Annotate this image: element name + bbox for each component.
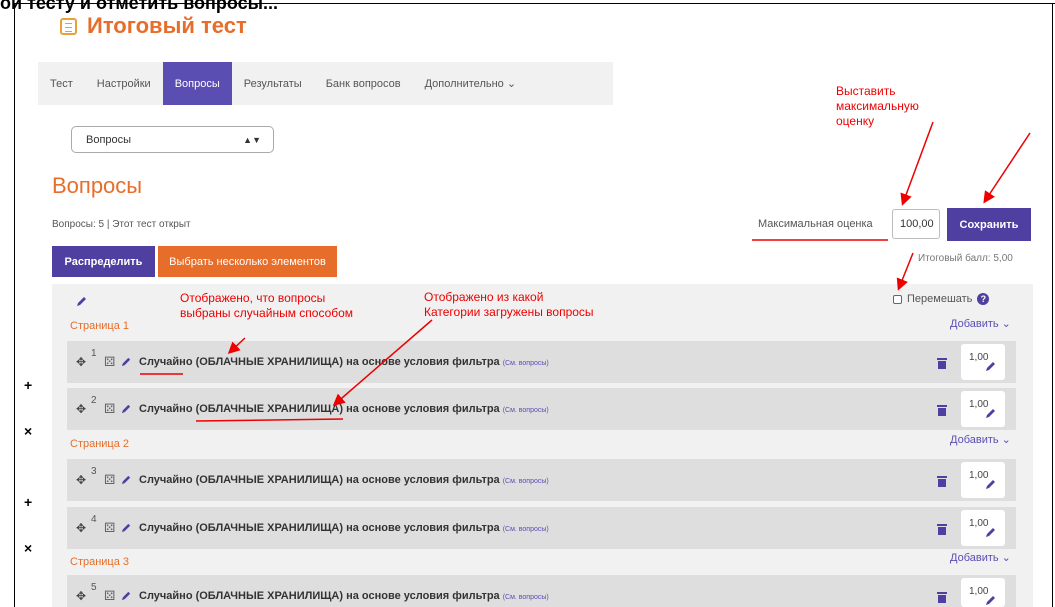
view-questions-link[interactable]: (См. вопросы) (503, 478, 549, 485)
question-mark-box[interactable]: 1,00 (961, 462, 1005, 498)
random-question-icon: ⚄ (104, 401, 116, 416)
window-frame-right (1052, 3, 1053, 607)
tab-questions[interactable]: Вопросы (162, 62, 232, 105)
trash-icon[interactable] (937, 523, 947, 535)
random-question-icon: ⚄ (104, 472, 116, 487)
question-mark-box[interactable]: 1,00 (961, 391, 1005, 427)
question-number: 3 (91, 466, 97, 477)
edit-question-icon[interactable] (121, 590, 132, 601)
add-link-page-1[interactable]: Добавить ⌄ (950, 317, 1011, 330)
page-label-3: Страница 3 (70, 556, 130, 568)
tab-bar: Тест Настройки Вопросы Результаты Банк в… (38, 62, 613, 105)
section-heading: Вопросы (52, 173, 143, 198)
tab-quiz[interactable]: Тест (38, 62, 85, 105)
save-button[interactable]: Сохранить (947, 208, 1031, 241)
move-icon[interactable]: ✥ (76, 355, 86, 369)
questions-container (52, 284, 1033, 607)
question-text: Случайно (ОБЛАЧНЫЕ ХРАНИЛИЩА) на основе … (139, 522, 549, 534)
view-questions-link[interactable]: (См. вопросы) (503, 407, 549, 414)
edit-mark-pencil-icon[interactable] (985, 594, 997, 606)
question-number: 2 (91, 395, 97, 406)
trash-icon[interactable] (937, 357, 947, 369)
move-icon[interactable]: ✥ (76, 402, 86, 416)
quiz-summary: Вопросы: 5 | Этот тест открыт (52, 219, 191, 230)
nav-select[interactable]: Вопросы ▲▼ (71, 126, 274, 153)
edit-mark-pencil-icon[interactable] (985, 407, 997, 419)
question-number: 4 (91, 514, 97, 525)
tab-question-bank[interactable]: Банк вопросов (314, 62, 413, 105)
trash-icon[interactable] (937, 404, 947, 416)
page-label-1: Страница 1 (70, 320, 130, 332)
question-row-4: ✥ 4 ⚄ Случайно (ОБЛАЧНЫЕ ХРАНИЛИЩА) на о… (67, 507, 1016, 549)
edit-heading-pencil-icon[interactable] (76, 295, 88, 307)
page-label-2: Страница 2 (70, 438, 130, 450)
question-number: 5 (91, 582, 97, 593)
question-row-3: ✥ 3 ⚄ Случайно (ОБЛАЧНЫЕ ХРАНИЛИЩА) на о… (67, 459, 1016, 501)
question-number: 1 (91, 348, 97, 359)
question-text: Случайно (ОБЛАЧНЫЕ ХРАНИЛИЩА) на основе … (139, 356, 549, 368)
random-question-icon: ⚄ (104, 520, 116, 535)
shuffle-control[interactable]: Перемешать ? (893, 293, 990, 305)
quiz-icon (60, 17, 77, 35)
total-grade: Итоговый балл: 5,00 (918, 253, 1013, 264)
nav-select-value: Вопросы (86, 133, 132, 146)
move-icon[interactable]: ✥ (76, 589, 86, 603)
edit-question-icon[interactable] (121, 356, 132, 367)
add-link-page-3[interactable]: Добавить ⌄ (950, 551, 1011, 564)
question-row-1: ✥ 1 ⚄ Случайно (ОБЛАЧНЫЕ ХРАНИЛИЩА) на о… (67, 341, 1016, 383)
question-mark-box[interactable]: 1,00 (961, 344, 1005, 380)
select-multiple-button[interactable]: Выбрать несколько элементов (158, 246, 337, 277)
max-grade-input[interactable]: 100,00 (892, 209, 940, 239)
max-grade-label: Максимальная оценка (758, 218, 873, 230)
edit-question-icon[interactable] (121, 522, 132, 533)
select-arrows-icon: ▲▼ (243, 134, 261, 145)
remove-page-break-icon[interactable]: × (24, 423, 32, 439)
page-header: Итоговый тест (60, 13, 247, 39)
random-question-icon: ⚄ (104, 588, 116, 603)
edit-mark-pencil-icon[interactable] (985, 478, 997, 490)
add-link-page-2[interactable]: Добавить ⌄ (950, 433, 1011, 446)
shuffle-label: Перемешать (907, 293, 973, 305)
edit-mark-pencil-icon[interactable] (985, 360, 997, 372)
add-page-break-icon[interactable]: + (24, 494, 32, 510)
edit-mark-pencil-icon[interactable] (985, 526, 997, 538)
remove-page-break-icon[interactable]: × (24, 540, 32, 556)
trash-icon[interactable] (937, 591, 947, 603)
help-icon[interactable]: ? (977, 293, 990, 305)
question-row-5: ✥ 5 ⚄ Случайно (ОБЛАЧНЫЕ ХРАНИЛИЩА) на о… (67, 575, 1016, 607)
move-icon[interactable]: ✥ (76, 473, 86, 487)
question-text: Случайно (ОБЛАЧНЫЕ ХРАНИЛИЩА) на основе … (139, 474, 549, 486)
question-text: Случайно (ОБЛАЧНЫЕ ХРАНИЛИЩА) на основе … (139, 403, 549, 415)
trash-icon[interactable] (937, 475, 947, 487)
move-icon[interactable]: ✥ (76, 521, 86, 535)
view-questions-link[interactable]: (См. вопросы) (503, 526, 549, 533)
annotation-random: Отображено, что вопросы выбраны случайны… (180, 291, 354, 320)
random-question-icon: ⚄ (104, 354, 116, 369)
shuffle-checkbox[interactable] (893, 294, 902, 304)
view-questions-link[interactable]: (См. вопросы) (503, 594, 549, 601)
view-questions-link[interactable]: (См. вопросы) (503, 360, 549, 367)
add-page-break-icon[interactable]: + (24, 377, 32, 393)
tab-more[interactable]: Дополнительно ⌄ (413, 62, 528, 105)
edit-question-icon[interactable] (121, 403, 132, 414)
question-mark-box[interactable]: 1,00 (961, 578, 1005, 607)
question-row-2: ✥ 2 ⚄ Случайно (ОБЛАЧНЫЕ ХРАНИЛИЩА) на о… (67, 388, 1016, 430)
annotation-max-grade: Выставить максимальную оценку (836, 84, 919, 128)
question-text: Случайно (ОБЛАЧНЫЕ ХРАНИЛИЩА) на основе … (139, 590, 549, 602)
distribute-button[interactable]: Распределить (52, 246, 155, 277)
tab-results[interactable]: Результаты (232, 62, 314, 105)
edit-question-icon[interactable] (121, 474, 132, 485)
question-mark-box[interactable]: 1,00 (961, 510, 1005, 546)
page-title: Итоговый тест (87, 13, 247, 38)
tab-settings[interactable]: Настройки (85, 62, 163, 105)
annotation-category: Отображено из какой Категории загружены … (424, 290, 594, 319)
